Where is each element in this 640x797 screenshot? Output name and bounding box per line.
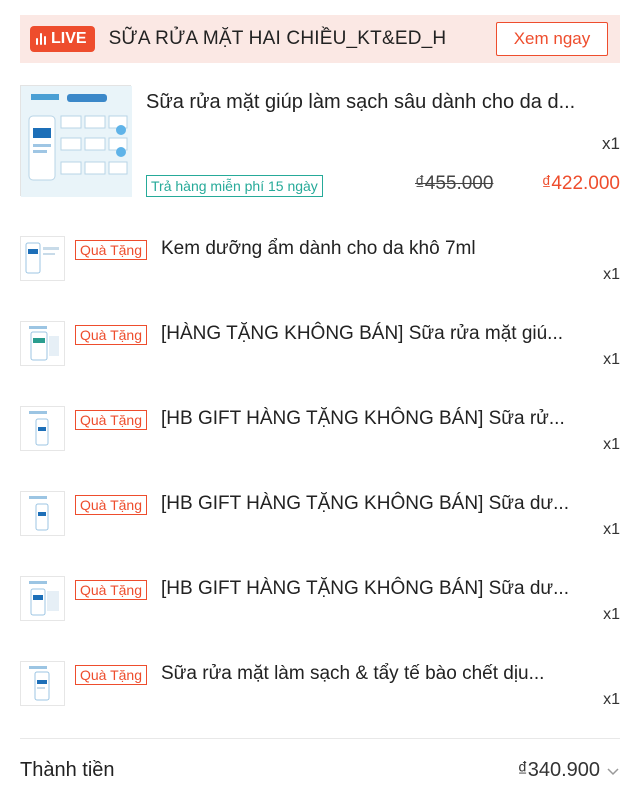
gift-quantity: x1 [603,351,620,368]
total-label: Thành tiền [20,759,115,781]
gift-tag: Quà Tặng [75,410,148,430]
gift-item[interactable]: Quà Tặng [HÀNG TẶNG KHÔNG BÁN] Sữa rửa m… [20,321,620,371]
gift-tag: Quà Tặng [75,325,148,345]
gift-tag: Quà Tặng [75,240,148,260]
gift-product-image [20,576,65,621]
gift-title[interactable]: Sữa rửa mặt làm sạch & tẩy tế bào chết d… [161,663,544,685]
product-title[interactable]: Sữa rửa mặt giúp làm sạch sâu dành cho d… [146,91,575,114]
total-value[interactable]: ₫340.900 [517,759,600,782]
view-now-button[interactable]: Xem ngay [496,22,608,56]
gift-item[interactable]: Quà Tặng Kem dưỡng ẩm dành cho da khô 7m… [20,236,620,286]
gift-title[interactable]: [HÀNG TẶNG KHÔNG BÁN] Sữa rửa mặt giú... [161,323,563,345]
sale-price: ₫422.000 [541,173,620,194]
divider [20,738,620,739]
gift-quantity: x1 [603,266,620,283]
main-product-item[interactable]: Sữa rửa mặt giúp làm sạch sâu dành cho d… [20,85,620,200]
gift-product-image [20,661,65,706]
gift-item[interactable]: Quà Tặng [HB GIFT HÀNG TẶNG KHÔNG BÁN] S… [20,491,620,541]
gift-title[interactable]: [HB GIFT HÀNG TẶNG KHÔNG BÁN] Sữa dư... [161,578,569,600]
gift-product-image [20,321,65,366]
product-image[interactable] [20,85,132,197]
gift-product-image [20,236,65,281]
gift-quantity: x1 [603,691,620,708]
gift-tag: Quà Tặng [75,495,148,515]
gift-item[interactable]: Quà Tặng [HB GIFT HÀNG TẶNG KHÔNG BÁN] S… [20,576,620,626]
shop-name[interactable]: SỮA RỬA MẶT HAI CHIỀU_KT&ED_H [109,28,447,50]
gift-tag: Quà Tặng [75,665,148,685]
gift-product-image [20,491,65,536]
live-bars-icon [36,33,46,45]
gift-quantity: x1 [603,436,620,453]
live-label: LIVE [51,30,87,47]
original-price: ₫455.000 [415,173,494,194]
free-return-badge: Trả hàng miễn phí 15 ngày [146,175,323,197]
chevron-down-icon[interactable] [606,764,620,778]
gift-item[interactable]: Quà Tặng [HB GIFT HÀNG TẶNG KHÔNG BÁN] S… [20,406,620,456]
gift-item[interactable]: Quà Tặng Sữa rửa mặt làm sạch & tẩy tế b… [20,661,620,711]
product-quantity: x1 [602,134,620,153]
gift-quantity: x1 [603,521,620,538]
gift-quantity: x1 [603,606,620,623]
gift-title[interactable]: [HB GIFT HÀNG TẶNG KHÔNG BÁN] Sữa rử... [161,408,565,430]
gift-tag: Quà Tặng [75,580,148,600]
shop-header: LIVE SỮA RỬA MẶT HAI CHIỀU_KT&ED_H Xem n… [20,15,620,63]
gift-title[interactable]: Kem dưỡng ẩm dành cho da khô 7ml [161,238,476,260]
live-badge[interactable]: LIVE [30,26,95,52]
gift-title[interactable]: [HB GIFT HÀNG TẶNG KHÔNG BÁN] Sữa dư... [161,493,569,515]
gift-product-image [20,406,65,451]
